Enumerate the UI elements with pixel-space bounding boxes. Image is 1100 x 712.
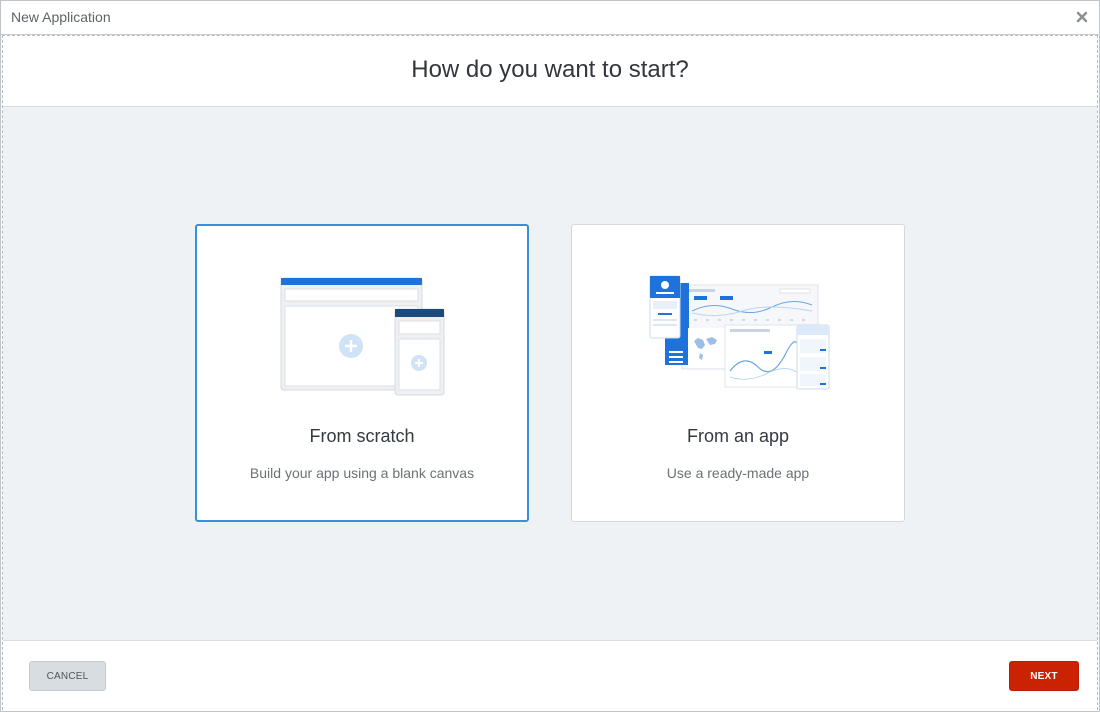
dialog-header: How do you want to start? (3, 36, 1097, 107)
start-options-panel: From scratch Build your app using a blan… (3, 107, 1097, 640)
option-title: From an app (686, 426, 790, 446)
cancel-button[interactable]: CANCEL (29, 661, 106, 691)
window-title: New Application (11, 9, 111, 25)
dialog-footer: CANCEL NEXT (3, 640, 1097, 710)
option-description: Build your app using a blank canvas (249, 465, 475, 481)
option-card-from-scratch[interactable]: From scratch Build your app using a blan… (195, 224, 529, 522)
option-title: From scratch (309, 426, 415, 446)
dialog-content: How do you want to start? From scratch B… (2, 35, 1098, 710)
next-button[interactable]: NEXT (1009, 661, 1079, 691)
ready-made-app-illustration (649, 275, 830, 390)
title-bar: New Application (1, 1, 1099, 35)
option-card-from-an-app[interactable]: From an app Use a ready-made app (571, 224, 905, 522)
page-title: How do you want to start? (411, 56, 689, 83)
close-icon[interactable] (1075, 10, 1089, 24)
blank-canvas-illustration (280, 277, 445, 396)
new-application-dialog: New Application How do you want to start… (0, 0, 1100, 712)
option-description: Use a ready-made app (666, 465, 810, 481)
